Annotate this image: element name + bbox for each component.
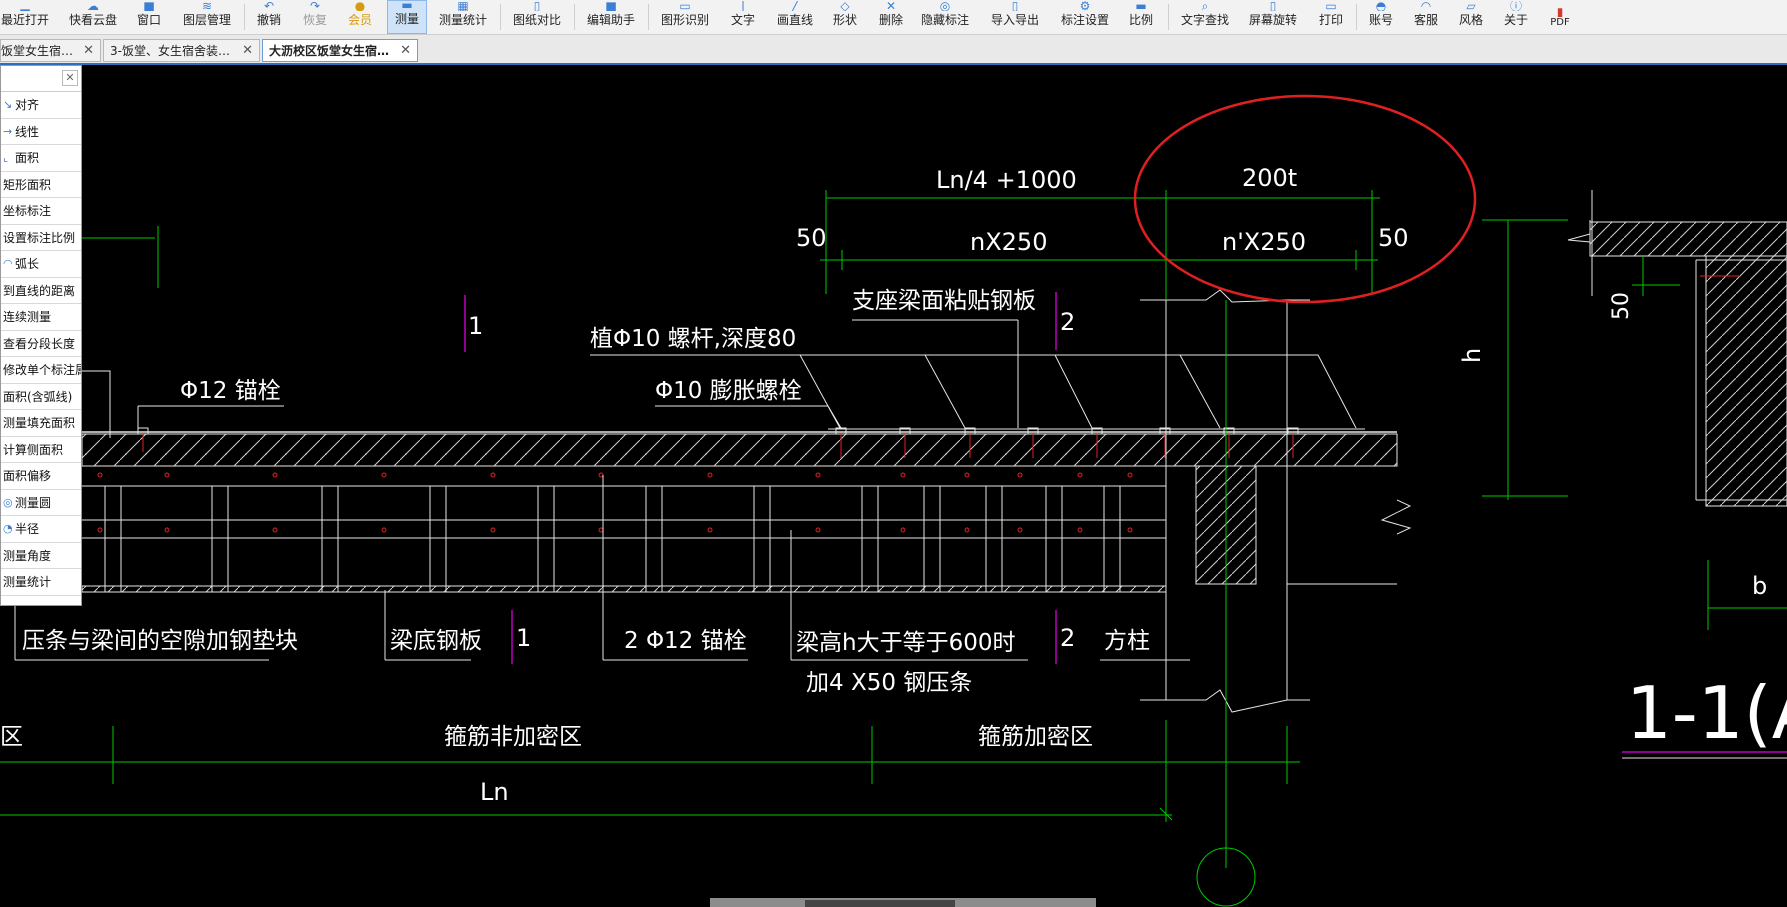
label-non-dense: 箍筋非加密区 <box>444 724 582 750</box>
label-dense: 箍筋加密区 <box>978 724 1093 750</box>
dim-50-left: 50 <box>796 224 827 252</box>
circle-icon: ◎ <box>3 495 13 509</box>
label-ln: Ln <box>480 778 509 806</box>
tool-area[interactable]: ⌞ 面积 <box>1 145 81 172</box>
dim-50-right: 50 <box>1378 224 1409 252</box>
tool-continuous-measure[interactable]: 连续测量 <box>1 304 81 331</box>
tool-side-area[interactable]: 计算侧面积 <box>1 437 81 463</box>
label-bolt: 植Φ10 螺杆,深度80 <box>590 326 796 352</box>
align-icon: ↘ <box>3 98 13 112</box>
tool-measure-circle[interactable]: ◎ 测量圆 <box>1 490 81 516</box>
arc-icon: ◠ <box>3 257 13 271</box>
section-1-top: 1 <box>468 312 483 340</box>
label-expansion: Φ10 膨胀螺栓 <box>655 378 802 404</box>
tool-measure-angle[interactable]: 测量角度 <box>1 543 81 569</box>
label-anchor: Φ12 锚栓 <box>180 378 281 404</box>
dim-n2x250: n'X250 <box>1222 228 1306 256</box>
tool-edit-annotation[interactable]: 修改单个标注属性 <box>1 357 81 384</box>
measure-tools-panel: ✕ ↘ 对齐 → 线性 ⌞ 面积 矩形面积 坐标标注 设置标注比例 ◠ 弧长 到直线的距… <box>0 65 82 606</box>
tool-distance-to-line[interactable]: 到直线的距离 <box>1 278 81 304</box>
area-icon: ⌞ <box>3 151 9 165</box>
label-2anchor: 2 Φ12 锚栓 <box>624 628 747 654</box>
dim-200t: 200t <box>1242 164 1297 192</box>
tool-segment-length[interactable]: 查看分段长度 <box>1 331 81 357</box>
tool-set-scale[interactable]: 设置标注比例 <box>1 225 81 251</box>
label-b: b <box>1752 572 1767 600</box>
linear-icon: → <box>3 124 13 138</box>
tool-rect-area[interactable]: 矩形面积 <box>1 172 81 198</box>
label-50-vertical: 50 <box>1609 292 1634 320</box>
section-2-top: 2 <box>1060 308 1075 336</box>
label-beam-h2: 加4 X50 钢压条 <box>806 670 972 696</box>
label-gap-block: 压条与梁间的空隙加钢垫块 <box>22 628 298 654</box>
annotation-ellipse <box>1133 94 1477 304</box>
label-bottom-plate: 梁底钢板 <box>390 628 482 654</box>
tool-coordinate[interactable]: 坐标标注 <box>1 198 81 225</box>
tool-linear[interactable]: → 线性 <box>1 119 81 145</box>
tool-arc-length[interactable]: ◠ 弧长 <box>1 251 81 278</box>
bottom-scrollbar[interactable] <box>710 898 1096 907</box>
radius-icon: ◔ <box>3 522 13 536</box>
panel-header: ✕ <box>1 66 81 92</box>
tool-fill-area[interactable]: 测量填充面积 <box>1 410 81 437</box>
drawing-canvas[interactable]: Ln/4 +1000 200t 50 nX250 n'X250 50 支座梁面粘… <box>0 0 1787 907</box>
close-icon[interactable]: ✕ <box>62 70 78 86</box>
label-beam-h1: 梁高h大于等于600时 <box>796 630 1015 656</box>
tool-align[interactable]: ↘ 对齐 <box>1 92 81 119</box>
section-title: 1-1(A) <box>1626 671 1787 755</box>
tool-area-offset[interactable]: 面积偏移 <box>1 463 81 490</box>
drawing-geometry <box>0 94 1787 907</box>
tool-radius[interactable]: ◔ 半径 <box>1 516 81 543</box>
tool-area-arc[interactable]: 面积(含弧线) <box>1 384 81 410</box>
section-1-bottom: 1 <box>516 624 531 652</box>
dim-nx250: nX250 <box>970 228 1047 256</box>
label-h: h <box>1458 348 1486 363</box>
tool-measure-stats[interactable]: 测量统计 <box>1 569 81 596</box>
dim-ln4-1000: Ln/4 +1000 <box>936 166 1077 194</box>
section-2-bottom: 2 <box>1060 624 1075 652</box>
label-left-edge: 区 <box>0 724 23 750</box>
label-column: 方柱 <box>1104 628 1150 654</box>
scrollbar-thumb[interactable] <box>805 900 955 907</box>
label-steel-plate: 支座梁面粘贴钢板 <box>852 288 1036 314</box>
